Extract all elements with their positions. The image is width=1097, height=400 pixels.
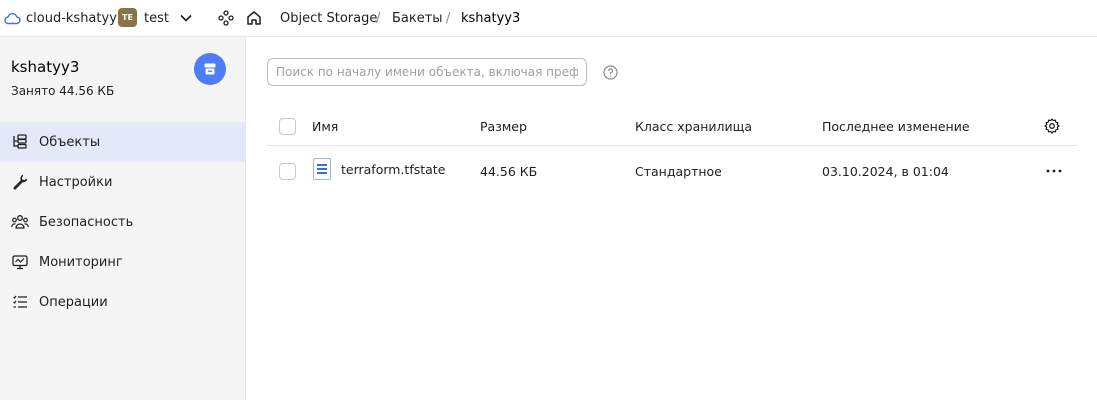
monitor-icon — [11, 253, 29, 271]
sidebar-item-monitoring[interactable]: Мониторинг — [0, 242, 245, 282]
services-icon[interactable] — [217, 0, 235, 36]
column-header-modified[interactable]: Последнее изменение — [822, 107, 970, 145]
row-size: 44.56 КБ — [480, 163, 538, 179]
sidebar-item-label: Мониторинг — [39, 254, 123, 270]
sidebar-item-settings[interactable]: Настройки — [0, 162, 245, 202]
home-icon[interactable] — [245, 0, 263, 36]
sidebar-item-label: Настройки — [39, 174, 113, 190]
row-modified: 03.10.2024, в 01:04 — [822, 163, 949, 179]
chevron-down-icon[interactable] — [178, 0, 194, 36]
sidebar-item-label: Операции — [39, 294, 108, 310]
sidebar-nav: Объекты Настройки Безопасность Мониторин… — [0, 122, 245, 322]
sidebar-item-label: Объекты — [39, 134, 101, 150]
sidebar-item-objects[interactable]: Объекты — [0, 122, 245, 162]
list-icon — [11, 293, 29, 311]
sidebar-item-label: Безопасность — [39, 214, 134, 230]
file-icon — [313, 158, 331, 180]
table-row[interactable]: terraform.tfstate 44.56 КБ Стандартное 0… — [267, 147, 1077, 195]
row-storage-class: Стандартное — [635, 163, 722, 179]
breadcrumb-separator: / — [376, 10, 381, 26]
column-header-name[interactable]: Имя — [312, 107, 338, 145]
folder-name[interactable]: test — [144, 0, 169, 36]
table-header: Имя Размер Класс хранилища Последнее изм… — [267, 107, 1077, 146]
users-icon — [11, 213, 29, 231]
column-header-storage-class[interactable]: Класс хранилища — [635, 107, 752, 145]
objects-icon — [11, 133, 29, 151]
breadcrumb-separator: / — [446, 10, 451, 26]
breadcrumb-current: kshatyy3 — [461, 10, 521, 26]
breadcrumb-object-storage[interactable]: Object Storage — [280, 0, 377, 36]
sidebar-item-security[interactable]: Безопасность — [0, 202, 245, 242]
top-bar: cloud-kshatyy TE test Object Storage / Б… — [0, 0, 1097, 37]
row-checkbox[interactable] — [279, 163, 296, 180]
select-all-checkbox[interactable] — [279, 118, 296, 135]
sidebar-item-operations[interactable]: Операции — [0, 282, 245, 322]
more-actions-icon[interactable] — [1044, 147, 1064, 195]
breadcrumb-buckets[interactable]: Бакеты — [392, 0, 443, 36]
column-header-size[interactable]: Размер — [480, 107, 527, 145]
bucket-title: kshatyy3 — [11, 58, 80, 76]
wrench-icon — [11, 173, 29, 191]
cloud-name[interactable]: cloud-kshatyy — [26, 0, 117, 36]
help-icon[interactable] — [603, 65, 618, 80]
row-name[interactable]: terraform.tfstate — [341, 147, 445, 191]
search-input[interactable] — [267, 58, 587, 86]
cloud-icon — [3, 0, 21, 36]
gear-icon[interactable] — [1044, 118, 1060, 134]
folder-badge[interactable]: TE — [118, 8, 137, 27]
sidebar: kshatyy3 Занято 44.56 КБ Объекты Настрой… — [0, 37, 246, 400]
bucket-icon — [194, 53, 226, 85]
bucket-used-space: Занято 44.56 КБ — [11, 84, 115, 98]
